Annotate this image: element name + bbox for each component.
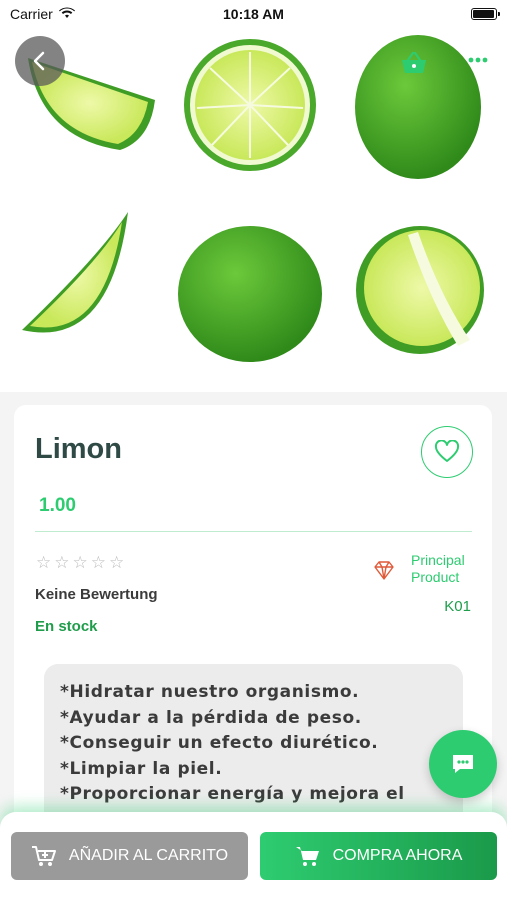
favorite-button[interactable] xyxy=(421,426,473,478)
battery-level xyxy=(473,10,494,18)
battery-icon xyxy=(471,8,500,20)
diamond-icon xyxy=(374,561,394,580)
lime-half-2 xyxy=(356,226,484,354)
buy-now-label: COMPRA AHORA xyxy=(332,847,463,864)
lime-half-1 xyxy=(184,39,316,171)
star-icon: ☆ xyxy=(90,553,106,572)
star-icon: ☆ xyxy=(36,553,52,572)
basket-button[interactable] xyxy=(398,48,430,78)
add-to-cart-label: AÑADIR AL CARRITO xyxy=(68,847,229,864)
chat-icon xyxy=(453,755,473,773)
product-title: Limon xyxy=(35,433,122,465)
description-line: *Ayudar a la pérdida de peso. xyxy=(60,707,362,728)
product-badge-label: Principal Product xyxy=(411,552,465,585)
lime-wedge-2 xyxy=(22,212,128,333)
product-image xyxy=(0,0,507,392)
star-icon: ☆ xyxy=(54,553,70,572)
rating-stars: ☆ ☆ ☆ ☆ ☆ xyxy=(36,554,124,571)
carrier-label: Carrier xyxy=(10,6,53,22)
divider xyxy=(35,531,472,532)
clock: 10:18 AM xyxy=(223,6,284,22)
cart-icon xyxy=(295,847,319,866)
basket-icon xyxy=(402,51,426,73)
rating-label: Keine Bewertung xyxy=(35,586,158,603)
more-button[interactable] xyxy=(464,50,492,70)
product-detail-screen: Carrier 10:18 AM Limon 1.00 ☆ ☆ ☆ ☆ ☆ Ke… xyxy=(0,0,507,900)
more-dots-icon xyxy=(468,57,488,63)
add-cart-icon xyxy=(31,846,56,866)
stock-status: En stock xyxy=(35,618,98,635)
lime-photo xyxy=(22,35,484,362)
description-line: *Limpiar la piel. xyxy=(60,758,223,779)
product-sku: K01 xyxy=(444,598,471,615)
star-icon: ☆ xyxy=(109,553,125,572)
back-button[interactable] xyxy=(15,36,65,86)
description-line: *Conseguir un efecto diurético. xyxy=(60,733,379,753)
chat-button[interactable] xyxy=(429,730,497,798)
chevron-left-icon xyxy=(33,51,45,71)
bottom-action-bar: AÑADIR AL CARRITO COMPRA AHORA xyxy=(0,812,507,900)
lime-whole-2 xyxy=(178,226,322,362)
status-left: Carrier xyxy=(10,6,75,22)
heart-icon xyxy=(434,440,460,462)
star-icon: ☆ xyxy=(72,553,88,572)
buy-now-button[interactable]: COMPRA AHORA xyxy=(260,832,497,880)
description-line: *Hidratar nuestro organismo. xyxy=(60,682,360,702)
product-price: 1.00 xyxy=(39,495,76,516)
description-line: *Proporcionar energía y mejora el xyxy=(60,784,405,804)
status-bar: Carrier 10:18 AM xyxy=(0,0,507,28)
wifi-icon xyxy=(58,6,75,22)
add-to-cart-button[interactable]: AÑADIR AL CARRITO xyxy=(11,832,248,880)
